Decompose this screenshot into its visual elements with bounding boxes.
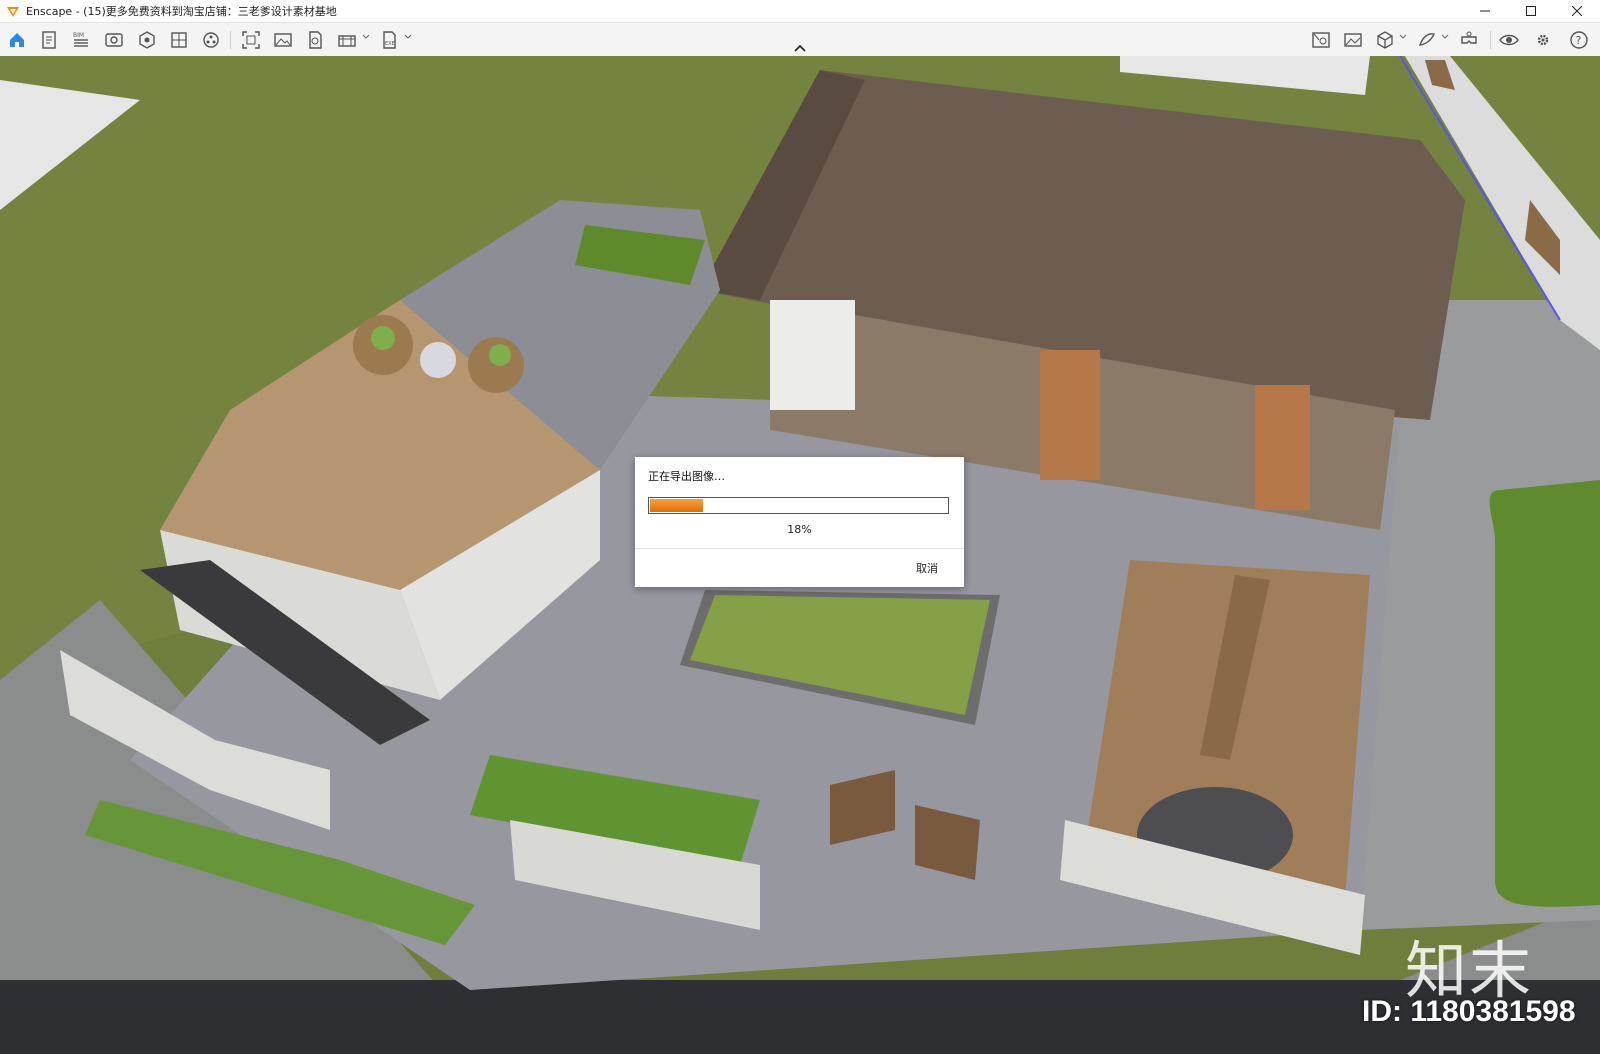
batch-render-icon[interactable] [334,27,360,53]
screenshot-icon[interactable] [238,27,264,53]
render-image-icon[interactable] [1340,27,1366,53]
material-editor-icon[interactable] [1308,27,1334,53]
window-title: Enscape - (15)更多免费资料到淘宝店铺：三老爹设计素材基地 [26,5,337,18]
eye-icon[interactable] [1496,27,1522,53]
svg-text:EXE: EXE [385,41,395,47]
svg-text:?: ? [1576,34,1582,47]
close-icon[interactable] [1554,0,1600,22]
watermark-id: ID: 1180381598 [1362,995,1576,1028]
export-exe-icon[interactable]: EXE [376,27,402,53]
material-icon[interactable] [1414,27,1440,53]
image-icon[interactable] [270,27,296,53]
svg-text:BIM: BIM [73,32,84,39]
cube-view-icon[interactable] [1372,27,1398,53]
minimize-icon[interactable] [1462,0,1508,22]
asset-library-icon[interactable] [198,27,224,53]
document-icon[interactable] [36,27,62,53]
maximize-icon[interactable] [1508,0,1554,22]
cancel-button[interactable]: 取消 [916,560,938,576]
views-icon[interactable] [166,27,192,53]
dialog-divider [635,548,964,549]
panorama-icon[interactable] [302,27,328,53]
title-bar: Enscape - (15)更多免费资料到淘宝店铺：三老爹设计素材基地 [0,0,1600,23]
settings-icon[interactable] [1530,27,1556,53]
progress-bar [648,497,949,514]
progress-percent: 18% [787,523,812,536]
export-progress-dialog: 正在导出图像… 18% 取消 [635,457,964,587]
progress-fill [650,499,703,512]
help-icon[interactable]: ? [1566,27,1592,53]
collapse-toolbar-icon[interactable] [792,43,808,53]
visual-settings-icon[interactable] [101,27,127,53]
view-management-icon[interactable] [134,27,160,53]
home-icon[interactable] [4,27,30,53]
dialog-title: 正在导出图像… [648,470,725,483]
enscape-logo-icon [7,7,19,17]
vr-headset-icon[interactable] [1456,27,1482,53]
bim-icon[interactable]: BIM [68,27,94,53]
